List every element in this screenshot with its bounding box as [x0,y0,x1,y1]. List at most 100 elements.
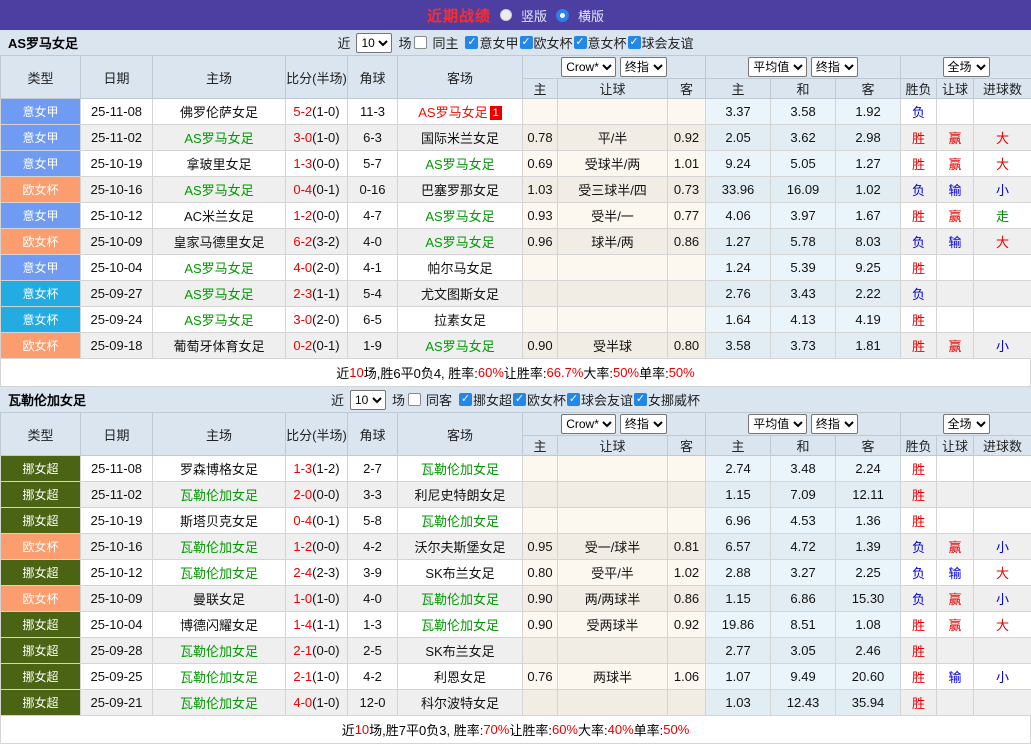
corners: 6-3 [348,125,398,151]
corners: 5-8 [348,508,398,534]
league-checkbox-label[interactable]: 女挪威杯 [648,390,700,409]
odds-home: 1.07 [706,664,771,690]
match-date: 25-10-16 [81,177,153,203]
final-odds-select[interactable]: 终指 [811,414,858,434]
handicap-line: 受一/球半 [558,534,668,560]
home-team: AS罗马女足 [153,307,286,333]
handicap-away-odds [668,690,706,716]
league-checkbox-label[interactable]: 意女甲 [479,33,518,52]
match-row: 挪女超25-10-19斯塔贝克女足0-4(0-1)5-8瓦勒伦加女足6.964.… [1,508,1031,534]
league-checkbox-label[interactable]: 意女杯 [588,33,627,52]
col-away: 客场 [398,413,523,456]
league-checkbox[interactable]: ✓ [567,393,580,406]
score: 1-4(1-1) [286,612,348,638]
league-checkbox[interactable]: ✓ [628,36,641,49]
goals-result: 小 [974,664,1031,690]
handicap-away-odds: 1.01 [668,151,706,177]
final-odds-select[interactable]: 终指 [620,57,667,77]
handicap-line: 平/半 [558,125,668,151]
home-team: 瓦勒伦加女足 [153,560,286,586]
league-checkbox[interactable]: ✓ [465,36,478,49]
result: 胜 [901,255,937,281]
scope-select[interactable]: 全场 [943,57,990,77]
page-title: 近期战绩 [427,5,491,26]
handicap-home-odds: 0.69 [523,151,558,177]
vertical-layout-label[interactable]: 竖版 [521,6,547,25]
average-select[interactable]: 平均值 [748,57,807,77]
odds-away: 1.39 [836,534,901,560]
results-table: 类型 日期 主场 比分(半场) 角球 客场 Crow* 终指 平均值 终指 全场… [0,55,1031,359]
goals-result: 走 [974,203,1031,229]
odds-draw: 7.09 [771,482,836,508]
handicap-home-odds: 0.90 [523,586,558,612]
handicap-line: 受球半/两 [558,151,668,177]
handicap-result [937,482,974,508]
match-date: 25-09-24 [81,307,153,333]
league-checkbox-label[interactable]: 欧女杯 [534,33,573,52]
odds-away: 1.92 [836,99,901,125]
away-team: 拉素女足 [398,307,523,333]
league-checkbox-label[interactable]: 球会友谊 [581,390,633,409]
same-venue-label: 同客 [426,390,452,409]
match-count-select[interactable]: 10 [350,390,386,410]
result: 胜 [901,333,937,359]
scope-select[interactable]: 全场 [943,414,990,434]
bookmaker-select[interactable]: Crow* [561,57,616,77]
odds-draw: 4.53 [771,508,836,534]
bookmaker-select[interactable]: Crow* [561,414,616,434]
match-row: 意女甲25-10-04AS罗马女足4-0(2-0)4-1帕尔马女足1.245.3… [1,255,1031,281]
horizontal-layout-label[interactable]: 横版 [578,6,604,25]
odds-away: 4.19 [836,307,901,333]
result: 负 [901,177,937,203]
handicap-result [937,307,974,333]
handicap-away-odds [668,482,706,508]
match-row: 挪女超25-11-02瓦勒伦加女足2-0(0-0)3-3利尼史特朗女足1.157… [1,482,1031,508]
odds-away: 20.60 [836,664,901,690]
league-checkbox[interactable]: ✓ [574,36,587,49]
summary-line: 近10场,胜6平0负4, 胜率:60% 让胜率:66.7% 大率:50% 单率:… [0,359,1031,387]
league-checkbox[interactable]: ✓ [513,393,526,406]
score: 2-1(0-0) [286,638,348,664]
handicap-result [937,281,974,307]
goals-result: 小 [974,586,1031,612]
handicap-result [937,456,974,482]
same-venue-checkbox[interactable] [414,36,427,49]
handicap-line [558,508,668,534]
match-date: 25-09-18 [81,333,153,359]
league-checkbox-label[interactable]: 球会友谊 [642,33,694,52]
result: 胜 [901,125,937,151]
league-checkbox[interactable]: ✓ [520,36,533,49]
odds-draw: 5.78 [771,229,836,255]
league-checkbox-label[interactable]: 欧女杯 [527,390,566,409]
league-checkbox-label[interactable]: 挪女超 [473,390,512,409]
col-odds-draw: 和 [771,436,836,456]
match-date: 25-09-27 [81,281,153,307]
odds-home: 1.15 [706,586,771,612]
league-checkbox[interactable]: ✓ [459,393,472,406]
col-type: 类型 [1,413,81,456]
corners: 1-9 [348,333,398,359]
result: 胜 [901,151,937,177]
corners: 11-3 [348,99,398,125]
vertical-layout-radio[interactable] [500,9,512,21]
home-team: 瓦勒伦加女足 [153,534,286,560]
match-count-select[interactable]: 10 [356,33,392,53]
odds-home: 1.15 [706,482,771,508]
section-filter-bar: AS罗马女足 近 10 场 同主 ✓意女甲✓欧女杯✓意女杯✓球会友谊 [0,30,1031,55]
handicap-line: 两球半 [558,664,668,690]
handicap-away-odds: 1.06 [668,664,706,690]
league-checkbox[interactable]: ✓ [634,393,647,406]
final-odds-select[interactable]: 终指 [811,57,858,77]
goals-result [974,307,1031,333]
same-venue-checkbox[interactable] [408,393,421,406]
odds-away: 12.11 [836,482,901,508]
average-select[interactable]: 平均值 [748,414,807,434]
home-team: AS罗马女足 [153,125,286,151]
final-odds-select[interactable]: 终指 [620,414,667,434]
handicap-home-odds [523,456,558,482]
horizontal-layout-radio[interactable] [556,9,569,22]
handicap-result: 输 [937,229,974,255]
league-badge: 意女甲 [1,125,81,151]
handicap-line: 受两球半 [558,612,668,638]
match-date: 25-09-25 [81,664,153,690]
